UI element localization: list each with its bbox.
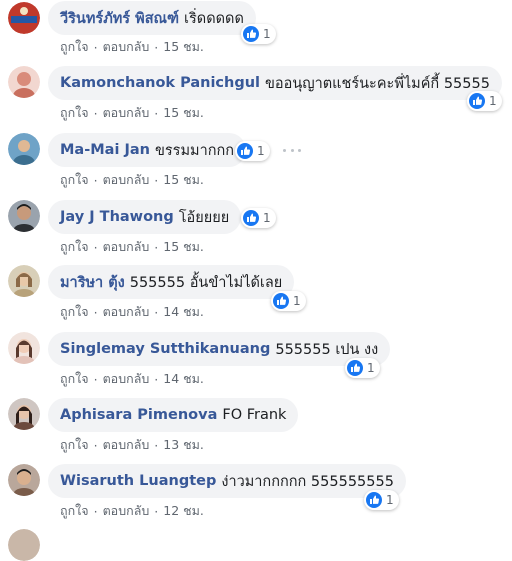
like-link[interactable]: ถูกใจ bbox=[60, 37, 89, 57]
reply-link[interactable]: ตอบกลับ bbox=[103, 369, 150, 389]
comment-actions: ถูกใจ · ตอบกลับ · 15 ชม. bbox=[60, 103, 204, 123]
comment-bubble: มาริษา ตุ้ง 555555 อั้นขำไม่ได้เลย bbox=[48, 265, 295, 299]
comment-item: Jay J Thawong โอ้ยยยย 1 ถูกใจ · ตอบกลับ … bbox=[0, 200, 512, 266]
comment-bubble: Singlemay Sutthikanuang 555555 เปน งง bbox=[48, 332, 391, 366]
like-icon bbox=[243, 26, 259, 42]
comment-time[interactable]: 15 ชม. bbox=[163, 37, 204, 57]
like-link[interactable]: ถูกใจ bbox=[60, 103, 89, 123]
comment-bubble: Jay J Thawong โอ้ยยยย bbox=[48, 200, 242, 234]
comment-actions: ถูกใจ · ตอบกลับ · 14 ชม. bbox=[60, 369, 204, 389]
reaction-count[interactable]: 1 bbox=[364, 490, 399, 510]
comment-author[interactable]: Kamonchanok Panichgul bbox=[60, 75, 260, 91]
comment-item: Kamonchanok Panichgul ขออนุญาตแชร์นะคะพี… bbox=[0, 66, 512, 132]
reaction-count[interactable]: 1 bbox=[467, 91, 502, 111]
more-options-icon[interactable] bbox=[283, 143, 301, 157]
comment-bubble: วีรินทร์ภัทร์ พิสณฑ์ เริ่ดดดดด bbox=[48, 1, 256, 35]
comment-bubble: Aphisara Pimenova FO Frank bbox=[48, 398, 299, 432]
comment-bubble: Ma-Mai Jan ขรรมมากกก bbox=[48, 133, 247, 167]
avatar[interactable] bbox=[8, 200, 40, 232]
like-link[interactable]: ถูกใจ bbox=[60, 369, 89, 389]
like-link[interactable]: ถูกใจ bbox=[60, 170, 89, 190]
comment-author[interactable]: Ma-Mai Jan bbox=[60, 142, 150, 158]
comment-item: Wisaruth Luangtep ง่าวมากกกกก 555555555 … bbox=[0, 464, 512, 530]
avatar[interactable] bbox=[8, 398, 40, 430]
reaction-count[interactable]: 1 bbox=[235, 141, 270, 161]
comment-actions: ถูกใจ · ตอบกลับ · 15 ชม. bbox=[60, 170, 204, 190]
reply-link[interactable]: ตอบกลับ bbox=[103, 170, 150, 190]
comment-time[interactable]: 13 ชม. bbox=[163, 435, 204, 455]
comment-item: มาริษา ตุ้ง 555555 อั้นขำไม่ได้เลย 1 ถูก… bbox=[0, 265, 512, 331]
like-link[interactable]: ถูกใจ bbox=[60, 237, 89, 257]
comment-actions: ถูกใจ · ตอบกลับ · 15 ชม. bbox=[60, 237, 204, 257]
comment-item: Singlemay Sutthikanuang 555555 เปน งง 1 … bbox=[0, 332, 512, 398]
comment-author[interactable]: วีรินทร์ภัทร์ พิสณฑ์ bbox=[60, 7, 179, 30]
reply-link[interactable]: ตอบกลับ bbox=[103, 237, 150, 257]
like-link[interactable]: ถูกใจ bbox=[60, 501, 89, 521]
comment-time[interactable]: 15 ชม. bbox=[163, 237, 204, 257]
reaction-count[interactable]: 1 bbox=[345, 358, 380, 378]
comment-text: ขรรมมากกก bbox=[154, 142, 235, 159]
comment-text: FO Frank bbox=[222, 407, 287, 423]
like-icon bbox=[366, 492, 382, 508]
like-icon bbox=[237, 143, 253, 159]
comment-actions: ถูกใจ · ตอบกลับ · 15 ชม. bbox=[60, 37, 204, 57]
comment-item: Ma-Mai Jan ขรรมมากกก 1 ถูกใจ · ตอบกลับ ·… bbox=[0, 133, 512, 199]
comment-author[interactable]: Wisaruth Luangtep bbox=[60, 473, 216, 489]
comment-text: ขออนุญาตแชร์นะคะพี่ไมค์กี้ 55555 bbox=[265, 75, 490, 92]
reply-link[interactable]: ตอบกลับ bbox=[103, 103, 150, 123]
avatar[interactable] bbox=[8, 133, 40, 165]
like-link[interactable]: ถูกใจ bbox=[60, 302, 89, 322]
comment-actions: ถูกใจ · ตอบกลับ · 12 ชม. bbox=[60, 501, 204, 521]
like-icon bbox=[347, 360, 363, 376]
comment-time[interactable]: 15 ชม. bbox=[163, 170, 204, 190]
like-icon bbox=[273, 293, 289, 309]
reaction-count[interactable]: 1 bbox=[241, 208, 276, 228]
comment-time[interactable]: 12 ชม. bbox=[163, 501, 204, 521]
comment-author[interactable]: Jay J Thawong bbox=[60, 209, 174, 225]
comment-time[interactable]: 14 ชม. bbox=[163, 369, 204, 389]
comment-item: Aphisara Pimenova FO Frank ถูกใจ · ตอบกล… bbox=[0, 398, 512, 464]
comment-author[interactable]: Aphisara Pimenova bbox=[60, 407, 217, 423]
comment-text: ง่าวมากกกกก 555555555 bbox=[221, 473, 394, 490]
avatar[interactable] bbox=[8, 2, 40, 34]
comment-time[interactable]: 15 ชม. bbox=[163, 103, 204, 123]
reaction-count[interactable]: 1 bbox=[271, 291, 306, 311]
avatar[interactable] bbox=[8, 332, 40, 364]
like-link[interactable]: ถูกใจ bbox=[60, 435, 89, 455]
avatar[interactable] bbox=[8, 464, 40, 496]
reply-link[interactable]: ตอบกลับ bbox=[103, 501, 150, 521]
comment-bubble: Kamonchanok Panichgul ขออนุญาตแชร์นะคะพี… bbox=[48, 66, 502, 100]
reply-link[interactable]: ตอบกลับ bbox=[103, 302, 150, 322]
comment-feed: วีรินทร์ภัทร์ พิสณฑ์ เริ่ดดดดด 1 ถูกใจ ·… bbox=[0, 0, 512, 561]
comment-author[interactable]: Singlemay Sutthikanuang bbox=[60, 341, 270, 357]
like-icon bbox=[469, 93, 485, 109]
comment-text: 555555 อั้นขำไม่ได้เลย bbox=[129, 274, 283, 291]
comment-actions: ถูกใจ · ตอบกลับ · 13 ชม. bbox=[60, 435, 204, 455]
reply-link[interactable]: ตอบกลับ bbox=[103, 435, 150, 455]
reaction-count[interactable]: 1 bbox=[241, 24, 276, 44]
avatar[interactable] bbox=[8, 66, 40, 98]
comment-text: โอ้ยยยย bbox=[178, 209, 230, 226]
avatar[interactable] bbox=[8, 265, 40, 297]
comment-item: วีรินทร์ภัทร์ พิสณฑ์ เริ่ดดดดด 1 ถูกใจ ·… bbox=[0, 0, 512, 66]
comment-time[interactable]: 14 ชม. bbox=[163, 302, 204, 322]
comment-text: เริ่ดดดดด bbox=[184, 10, 244, 27]
reply-link[interactable]: ตอบกลับ bbox=[103, 37, 150, 57]
comment-actions: ถูกใจ · ตอบกลับ · 14 ชม. bbox=[60, 302, 204, 322]
comment-bubble: Wisaruth Luangtep ง่าวมากกกกก 555555555 bbox=[48, 464, 406, 498]
comment-author[interactable]: มาริษา ตุ้ง bbox=[60, 271, 125, 294]
like-icon bbox=[243, 210, 259, 226]
